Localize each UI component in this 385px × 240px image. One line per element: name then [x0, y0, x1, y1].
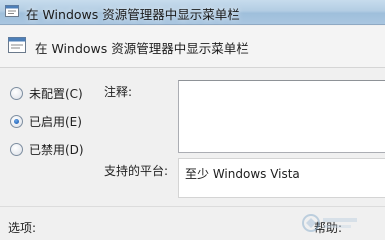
- radio-button-icon[interactable]: [10, 86, 23, 100]
- options-label: 选项:: [8, 221, 37, 235]
- window-title: 在 Windows 资源管理器中显示菜单栏: [26, 7, 240, 22]
- supported-platform-label: 支持的平台:: [104, 164, 169, 178]
- divider: [0, 206, 385, 207]
- radio-label: 未配置(C): [29, 86, 83, 101]
- policy-setting-icon: [5, 5, 19, 17]
- setting-title: 在 Windows 资源管理器中显示菜单栏: [35, 41, 249, 56]
- supported-platform-value: 至少 Windows Vista: [185, 167, 300, 181]
- radio-button-checked-icon[interactable]: [10, 114, 23, 128]
- radio-enabled[interactable]: 已启用(E): [10, 113, 82, 129]
- watermark-logo-icon: [302, 214, 357, 232]
- radio-label: 已启用(E): [29, 114, 82, 129]
- radio-not-configured[interactable]: 未配置(C): [10, 85, 83, 101]
- setting-header: 在 Windows 资源管理器中显示菜单栏: [0, 26, 385, 68]
- supported-platform-field: 至少 Windows Vista: [178, 158, 385, 198]
- title-bar[interactable]: 在 Windows 资源管理器中显示菜单栏: [0, 0, 385, 25]
- radio-button-icon[interactable]: [10, 142, 23, 156]
- comment-textarea[interactable]: [178, 80, 385, 153]
- radio-label: 已禁用(D): [29, 142, 84, 157]
- comment-label: 注释:: [104, 85, 133, 99]
- radio-disabled[interactable]: 已禁用(D): [10, 141, 84, 157]
- policy-setting-icon: [8, 37, 26, 53]
